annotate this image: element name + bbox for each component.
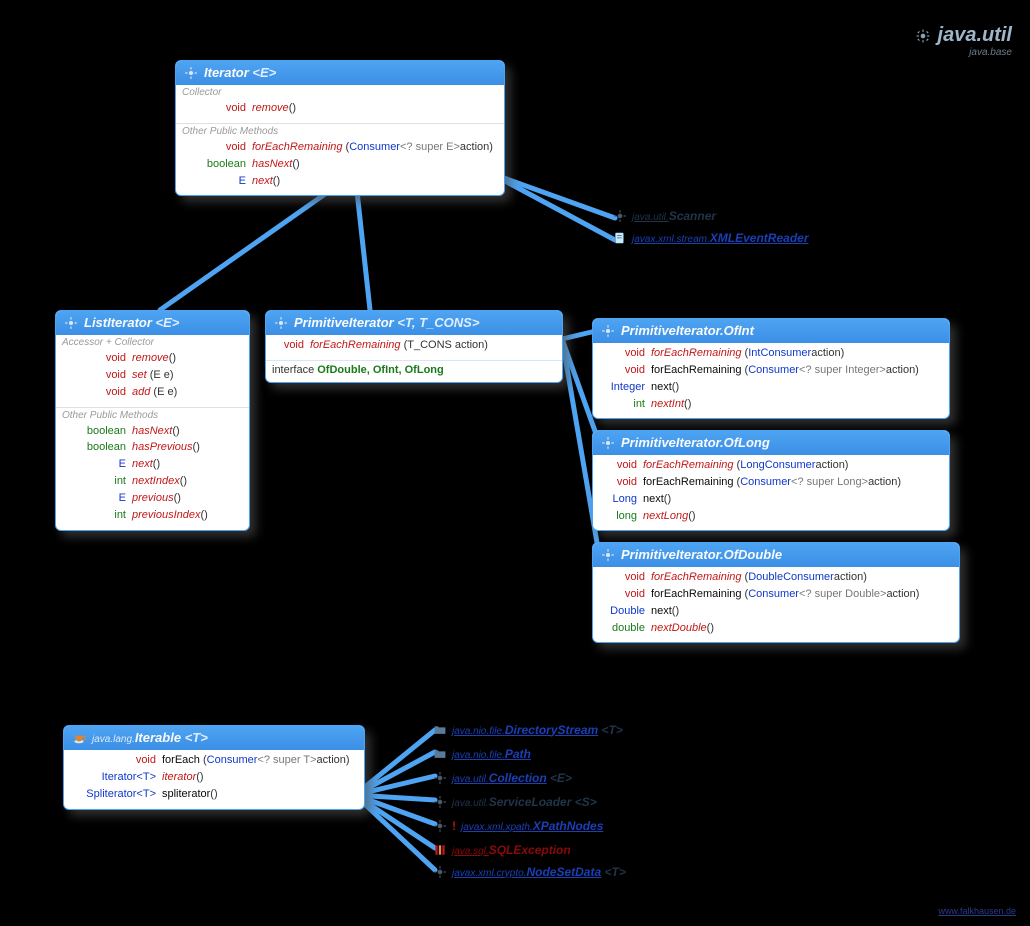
class-name: PrimitiveIterator (294, 315, 394, 330)
method-row[interactable]: voidforEachRemaining (Consumer<? super I… (597, 362, 945, 379)
method-row[interactable]: Integernext() (597, 379, 945, 396)
method-row[interactable]: doublenextDouble() (597, 620, 955, 637)
method-row[interactable]: voidforEachRemaining (Consumer<? super L… (597, 474, 945, 491)
gear-icon (432, 864, 447, 879)
method-row[interactable]: voidremove() (180, 100, 500, 117)
method-row[interactable]: voidforEach (Consumer<? super T> action) (68, 752, 360, 769)
gear-icon (432, 818, 447, 833)
box-header: PrimitiveIterator.OfLong (593, 431, 949, 455)
ref-sqlexception[interactable]: java.sql.SQLException (432, 842, 571, 857)
method-row[interactable]: intnextInt() (597, 396, 945, 413)
method-row[interactable]: Longnext() (597, 491, 945, 508)
method-row[interactable]: voidforEachRemaining (IntConsumer action… (597, 345, 945, 362)
gear-icon (601, 548, 615, 562)
gear-icon (274, 316, 288, 330)
ref-serviceloader[interactable]: java.util.ServiceLoader <S> (432, 794, 597, 809)
method-row[interactable]: Spliterator<T>spliterator() (68, 786, 360, 803)
gear-icon (432, 770, 447, 785)
method-row[interactable]: voidforEachRemaining (T_CONS action) (270, 337, 558, 354)
box-header: java.lang.Iterable <T> (64, 726, 364, 750)
section-label: Collector (176, 85, 504, 98)
method-row[interactable]: booleanhasPrevious() (60, 439, 245, 456)
box-header: ListIterator <E> (56, 311, 249, 335)
doc-icon (612, 230, 627, 245)
section-label: Other Public Methods (56, 407, 249, 421)
method-row[interactable]: Eprevious() (60, 490, 245, 507)
ref-xmleventreader[interactable]: javax.xml.stream.XMLEventReader (612, 230, 809, 245)
method-row[interactable]: voidforEachRemaining (DoubleConsumer act… (597, 569, 955, 586)
ref-directorystream[interactable]: java.nio.file.DirectoryStream <T> (432, 722, 623, 737)
gear-icon (64, 316, 78, 330)
type-params: <T, T_CONS> (397, 315, 479, 330)
class-box-oflong[interactable]: PrimitiveIterator.OfLong voidforEachRema… (592, 430, 950, 531)
credit-link[interactable]: www.falkhausen.de (938, 906, 1016, 916)
gear-icon (432, 794, 447, 809)
class-name: PrimitiveIterator.OfDouble (621, 547, 782, 562)
method-row[interactable]: booleanhasNext() (180, 156, 500, 173)
warn-icon (432, 842, 447, 857)
gear-icon (612, 208, 627, 223)
ref-collection[interactable]: java.util.Collection <E> (432, 770, 572, 785)
box-header: PrimitiveIterator.OfInt (593, 319, 949, 343)
box-header: Iterator <E> (176, 61, 504, 85)
method-row[interactable]: Enext() (60, 456, 245, 473)
class-name: ListIterator (84, 315, 152, 330)
class-name: Iterator (204, 65, 249, 80)
class-name: PrimitiveIterator.OfLong (621, 435, 770, 450)
diagram-canvas: java.util java.base Iterator <E> Collect… (0, 0, 1030, 926)
method-row[interactable]: voidadd (E e) (60, 384, 245, 401)
method-row[interactable]: voidforEachRemaining (Consumer<? super D… (597, 586, 955, 603)
type-params: <E> (252, 65, 276, 80)
type-params: <T> (185, 730, 208, 745)
method-row[interactable]: booleanhasNext() (60, 423, 245, 440)
inner-interfaces: interface OfDouble, OfInt, OfLong (266, 360, 562, 382)
title-text: java.util (938, 24, 1012, 47)
method-row[interactable]: intpreviousIndex() (60, 507, 245, 524)
method-row[interactable]: voidforEachRemaining (Consumer<? super E… (180, 139, 500, 156)
method-row[interactable]: Iterator<T>iterator() (68, 769, 360, 786)
module-name: java.base (916, 47, 1012, 58)
class-box-listiterator[interactable]: ListIterator <E> Accessor + Collector vo… (55, 310, 250, 531)
method-row[interactable]: voidremove() (60, 350, 245, 367)
package-prefix: java.lang. (92, 734, 135, 745)
section-label: Other Public Methods (176, 123, 504, 137)
folder-icon (432, 722, 447, 737)
ref-xpathnodes[interactable]: ! javax.xml.xpath.XPathNodes (432, 818, 603, 833)
section: Collector voidremove() Other Public Meth… (176, 85, 504, 195)
class-name: PrimitiveIterator.OfInt (621, 323, 754, 338)
class-box-ofint[interactable]: PrimitiveIterator.OfInt voidforEachRemai… (592, 318, 950, 419)
method-row[interactable]: intnextIndex() (60, 473, 245, 490)
class-name: Iterable (135, 730, 181, 745)
cup-icon (72, 731, 86, 745)
class-box-iterable[interactable]: java.lang.Iterable <T> voidforEach (Cons… (63, 725, 365, 810)
class-box-primitiveiterator[interactable]: PrimitiveIterator <T, T_CONS> voidforEac… (265, 310, 563, 383)
ref-nodesetdata[interactable]: javax.xml.crypto.NodeSetData <T> (432, 864, 626, 879)
box-header: PrimitiveIterator.OfDouble (593, 543, 959, 567)
warn-prefix: ! (452, 819, 456, 833)
method-row[interactable]: longnextLong() (597, 508, 945, 525)
ref-scanner[interactable]: java.util.Scanner (612, 208, 716, 223)
class-box-ofdouble[interactable]: PrimitiveIterator.OfDouble voidforEachRe… (592, 542, 960, 643)
class-box-iterator[interactable]: Iterator <E> Collector voidremove() Othe… (175, 60, 505, 196)
ref-path[interactable]: java.nio.file.Path (432, 746, 531, 761)
gear-icon (601, 324, 615, 338)
method-row[interactable]: voidset (E e) (60, 367, 245, 384)
method-row[interactable]: Enext() (180, 173, 500, 190)
box-header: PrimitiveIterator <T, T_CONS> (266, 311, 562, 335)
package-title: java.util java.base (916, 24, 1012, 58)
method-row[interactable]: Doublenext() (597, 603, 955, 620)
gear-icon (601, 436, 615, 450)
gear-icon (916, 29, 930, 43)
folder-icon (432, 746, 447, 761)
method-row[interactable]: voidforEachRemaining (LongConsumer actio… (597, 457, 945, 474)
section-label: Accessor + Collector (56, 335, 249, 348)
type-params: <E> (156, 315, 180, 330)
gear-icon (184, 66, 198, 80)
